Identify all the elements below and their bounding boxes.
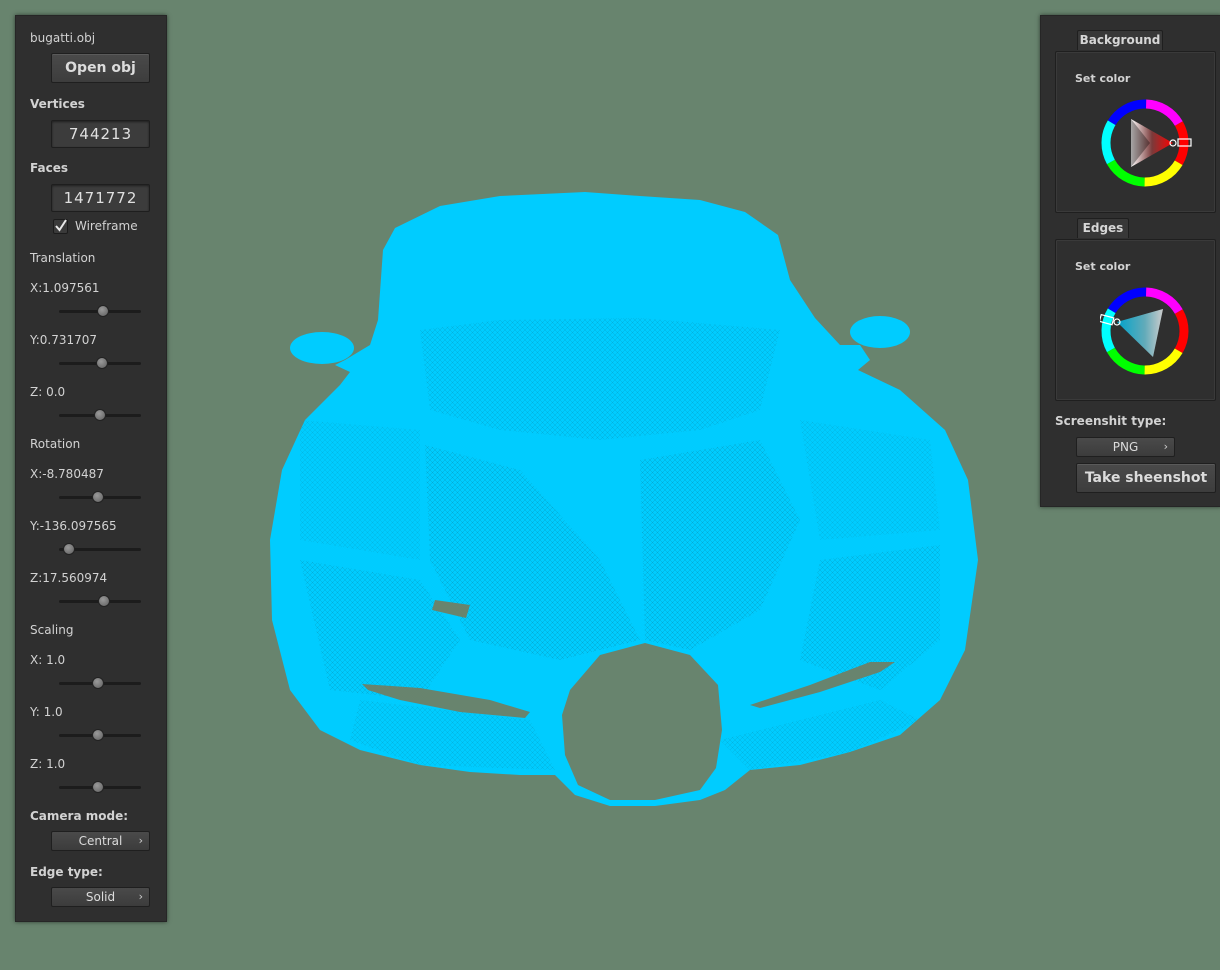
slider-handle[interactable] [63,543,75,555]
rotation-y-slider[interactable] [59,543,141,555]
screenshot-type-value: PNG [1112,440,1139,454]
edge-type-label: Edge type: [30,865,103,879]
camera-mode-value: Central [78,834,123,848]
translation-x-label: X:1.097561 [30,281,100,295]
slider-handle[interactable] [92,729,104,741]
edge-type-select[interactable]: Solid › [51,887,150,907]
translation-y-slider[interactable] [59,357,141,369]
background-color-wheel[interactable] [1100,97,1195,192]
tab-edges[interactable]: Edges [1077,218,1129,238]
left-control-panel: bugatti.obj Open obj Vertices 744213 Fac… [15,15,167,922]
slider-handle[interactable] [98,595,110,607]
slider-handle[interactable] [96,357,108,369]
wireframe-checkbox[interactable] [53,219,68,234]
scaling-x-label: X: 1.0 [30,653,66,667]
file-name-label: bugatti.obj [30,31,96,45]
wireframe-label: Wireframe [75,219,138,233]
rotation-title: Rotation [30,437,81,451]
edges-color-wheel[interactable] [1100,285,1195,380]
camera-mode-select[interactable]: Central › [51,831,150,851]
translation-title: Translation [30,251,96,265]
chevron-right-icon: › [138,834,143,847]
screenshot-type-select[interactable]: PNG › [1076,437,1175,457]
faces-label: Faces [30,161,68,175]
edges-set-color-label: Set color [1075,260,1131,273]
chevron-right-icon: › [1163,440,1168,453]
faces-count-field: 1471772 [51,184,150,212]
screenshot-type-label: Screenshit type: [1055,414,1167,428]
take-screenshot-button[interactable]: Take sheenshot [1076,463,1216,493]
rotation-x-slider[interactable] [59,491,141,503]
scaling-x-slider[interactable] [59,677,141,689]
rotation-y-label: Y:-136.097565 [30,519,117,533]
chevron-right-icon: › [138,890,143,903]
slider-handle[interactable] [97,305,109,317]
translation-z-label: Z: 0.0 [30,385,66,399]
translation-x-slider[interactable] [59,305,141,317]
scaling-z-label: Z: 1.0 [30,757,66,771]
rotation-z-label: Z:17.560974 [30,571,108,585]
checkmark-icon [55,219,67,232]
scaling-y-label: Y: 1.0 [30,705,63,719]
scaling-y-slider[interactable] [59,729,141,741]
open-obj-button[interactable]: Open obj [51,53,150,83]
edges-color-group: Set color [1055,239,1216,401]
slider-handle[interactable] [92,781,104,793]
translation-z-slider[interactable] [59,409,141,421]
rotation-x-label: X:-8.780487 [30,467,104,481]
slider-handle[interactable] [92,491,104,503]
car-wireframe-model [270,192,978,806]
slider-handle[interactable] [92,677,104,689]
right-control-panel: Background Set color Edges Set color Scr… [1040,15,1220,507]
rotation-z-slider[interactable] [59,595,141,607]
camera-mode-label: Camera mode: [30,809,129,823]
scaling-title: Scaling [30,623,74,637]
slider-handle[interactable] [94,409,106,421]
vertices-count-field: 744213 [51,120,150,148]
scaling-z-slider[interactable] [59,781,141,793]
background-color-group: Set color [1055,51,1216,213]
tab-background[interactable]: Background [1077,30,1163,50]
vertices-label: Vertices [30,97,85,111]
edge-type-value: Solid [85,890,116,904]
background-set-color-label: Set color [1075,72,1131,85]
3d-viewport[interactable] [0,0,1220,970]
translation-y-label: Y:0.731707 [30,333,98,347]
